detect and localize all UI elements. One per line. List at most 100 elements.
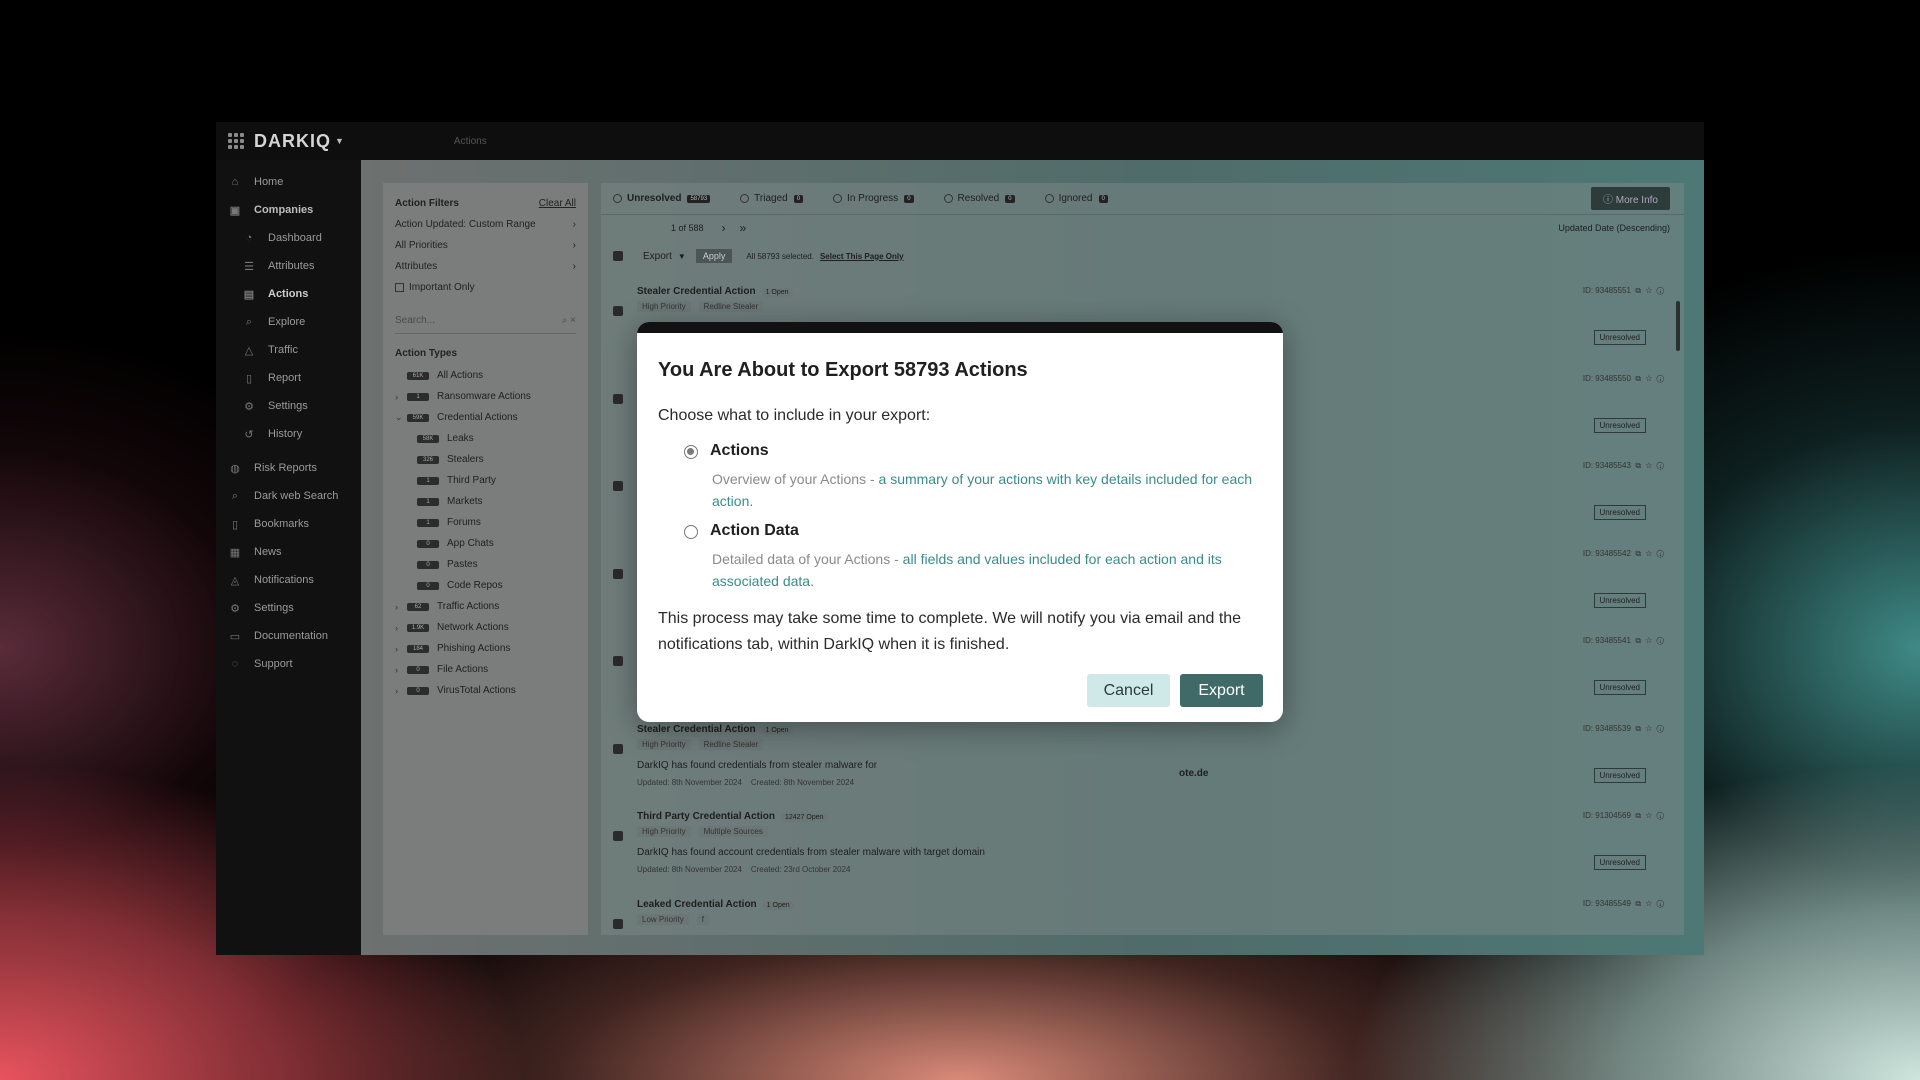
- chevron-icon[interactable]: ›: [395, 392, 407, 402]
- copy-icon: ⧉: [1635, 811, 1642, 820]
- status-dropdown[interactable]: Unresolved: [1593, 505, 1646, 520]
- action-type-item[interactable]: › 1.9K Network Actions: [395, 617, 576, 638]
- filter-row-priorities[interactable]: All Priorities ›: [395, 235, 576, 256]
- sidebar-item-news[interactable]: ▦ News: [216, 538, 361, 566]
- info-icon: ⓘ: [1656, 373, 1664, 383]
- filter-row-updated[interactable]: Action Updated: Custom Range ›: [395, 214, 576, 235]
- more-info-button[interactable]: ⓘ More Info: [1590, 187, 1670, 210]
- app-grid-icon[interactable]: [228, 133, 244, 149]
- sidebar-item-risk-reports[interactable]: ◍ Risk Reports: [216, 454, 361, 482]
- chevron-icon[interactable]: ›: [395, 686, 407, 696]
- chevron-icon[interactable]: ›: [395, 623, 407, 633]
- count-badge: 0: [417, 539, 439, 548]
- radio-action-data[interactable]: [684, 525, 698, 539]
- row-checkbox[interactable]: [613, 743, 623, 754]
- cancel-button[interactable]: Cancel: [1087, 674, 1170, 707]
- row-checkbox[interactable]: [613, 831, 623, 841]
- sidebar-item-settings[interactable]: ⚙ Settings: [216, 594, 361, 622]
- table-row[interactable]: Third Party Credential Action 12427 Open H…: [601, 803, 1684, 891]
- action-type-item[interactable]: 0 App Chats: [395, 533, 576, 554]
- row-checkbox[interactable]: [613, 568, 623, 579]
- chevron-icon[interactable]: ›: [395, 665, 407, 675]
- chevron-icon[interactable]: ⌄: [395, 412, 407, 423]
- sidebar-item-bookmarks[interactable]: ▯ Bookmarks: [216, 510, 361, 538]
- status-dropdown[interactable]: Unresolved: [1593, 592, 1646, 608]
- export-dropdown[interactable]: Export: [643, 251, 672, 262]
- tab-ignored[interactable]: Ignored 0: [1044, 193, 1108, 204]
- sort-dropdown[interactable]: Updated Date (Descending): [1558, 223, 1670, 233]
- action-type-item[interactable]: 1 Markets: [395, 491, 576, 512]
- filter-search-input[interactable]: Search... ⌕ ×: [395, 308, 576, 334]
- status-dropdown[interactable]: Unresolved: [1593, 767, 1646, 783]
- table-row[interactable]: Stealer Credential Action 1 Open High Prio…: [601, 716, 1684, 804]
- select-all-checkbox[interactable]: [613, 251, 623, 261]
- action-type-item[interactable]: › 0 File Actions: [395, 659, 576, 680]
- apply-button[interactable]: Apply: [695, 249, 733, 263]
- row-checkbox[interactable]: [613, 656, 623, 666]
- export-button[interactable]: Export: [1180, 674, 1263, 707]
- action-type-item[interactable]: › 0 VirusTotal Actions: [395, 680, 576, 701]
- row-checkbox[interactable]: [613, 306, 623, 316]
- count-badge: 61K: [407, 371, 429, 380]
- table-row[interactable]: Leaked Credential Action 1 Open Low Priori…: [601, 891, 1684, 956]
- tab-in-progress[interactable]: In Progress 0: [833, 193, 914, 204]
- chevron-icon[interactable]: ›: [395, 602, 407, 612]
- row-checkbox[interactable]: [613, 918, 623, 929]
- action-type-item[interactable]: 58K Leaks: [395, 428, 576, 449]
- sidebar-item-documentation[interactable]: ▭ Documentation: [216, 622, 361, 650]
- count-badge: 58K: [417, 434, 439, 443]
- sidebar-item-support[interactable]: ◌ Support: [216, 650, 361, 678]
- next-page-icon[interactable]: ›: [722, 221, 726, 235]
- sidebar-item-notifications[interactable]: ◬ Notifications: [216, 566, 361, 594]
- sidebar-item-explore[interactable]: ⌕ Explore: [216, 308, 361, 336]
- sidebar-item-companies[interactable]: ▣ Companies: [216, 196, 361, 224]
- copy-icon: ⧉: [1635, 898, 1642, 908]
- sidebar-item-actions[interactable]: ▤ Actions: [216, 280, 361, 308]
- count-badge: 0: [407, 686, 429, 695]
- last-page-icon[interactable]: »: [740, 221, 747, 235]
- important-only-checkbox[interactable]: Important Only: [395, 277, 576, 298]
- sidebar-item-report[interactable]: ▯ Report: [216, 364, 361, 392]
- count-badge: 1: [417, 497, 439, 506]
- sidebar-item-attributes[interactable]: ☰ Attributes: [216, 252, 361, 280]
- action-type-item[interactable]: › 184 Phishing Actions: [395, 638, 576, 659]
- sidebar-item-home[interactable]: ⌂ Home: [216, 168, 361, 196]
- status-dropdown[interactable]: Unresolved: [1593, 680, 1646, 695]
- tab-unresolved[interactable]: Unresolved 58793: [613, 193, 711, 204]
- action-type-item[interactable]: 1 Forums: [395, 512, 576, 533]
- checkbox-icon[interactable]: [395, 283, 404, 292]
- star-icon: ☆: [1645, 898, 1653, 908]
- action-type-item[interactable]: 1 Third Party: [395, 470, 576, 491]
- action-type-item[interactable]: 0 Code Repos: [395, 575, 576, 596]
- tab-resolved[interactable]: Resolved 0: [943, 193, 1015, 204]
- tab-triaged[interactable]: Triaged 0: [740, 193, 804, 204]
- copy-icon: ⧉: [1635, 723, 1642, 733]
- clear-all-link[interactable]: Clear All: [539, 198, 576, 209]
- row-id: ID: 93485541 ⧉ ☆ ⓘ: [1582, 636, 1664, 645]
- sidebar-item-dashboard[interactable]: ◔ Dashboard: [216, 224, 361, 252]
- modal-title: You Are About to Export 58793 Actions: [658, 359, 1028, 381]
- radio-actions[interactable]: [684, 445, 698, 459]
- action-type-item[interactable]: 326 Stealers: [395, 449, 576, 470]
- filter-row-attributes[interactable]: Attributes ›: [395, 256, 576, 277]
- scrollbar[interactable]: [1676, 301, 1680, 351]
- action-type-item[interactable]: 0 Pastes: [395, 554, 576, 575]
- sidebar-item-settings[interactable]: ⚙ Settings: [216, 392, 361, 420]
- action-type-item[interactable]: › 62 Traffic Actions: [395, 596, 576, 617]
- sidebar-item-traffic[interactable]: △ Traffic: [216, 336, 361, 364]
- action-type-item[interactable]: ⌄ 59K Credential Actions: [395, 407, 576, 428]
- chevron-icon[interactable]: ›: [395, 644, 407, 654]
- row-checkbox[interactable]: [613, 481, 623, 491]
- status-dropdown[interactable]: Unresolved: [1593, 855, 1646, 870]
- action-type-item[interactable]: 61K All Actions: [395, 365, 576, 386]
- sidebar-item-dark-web-search[interactable]: ⌕ Dark web Search: [216, 482, 361, 510]
- sidebar-item-history[interactable]: ↺ History: [216, 420, 361, 448]
- status-dropdown[interactable]: Unresolved: [1593, 330, 1646, 345]
- logo[interactable]: DARKIQ: [254, 131, 331, 152]
- info-icon: ⓘ: [1656, 898, 1664, 908]
- select-page-link[interactable]: Select This Page Only: [820, 252, 904, 261]
- action-type-item[interactable]: › 1 Ransomware Actions: [395, 386, 576, 407]
- row-checkbox[interactable]: [613, 393, 623, 404]
- chevron-down-icon[interactable]: ▼: [335, 136, 344, 146]
- status-dropdown[interactable]: Unresolved: [1593, 417, 1646, 433]
